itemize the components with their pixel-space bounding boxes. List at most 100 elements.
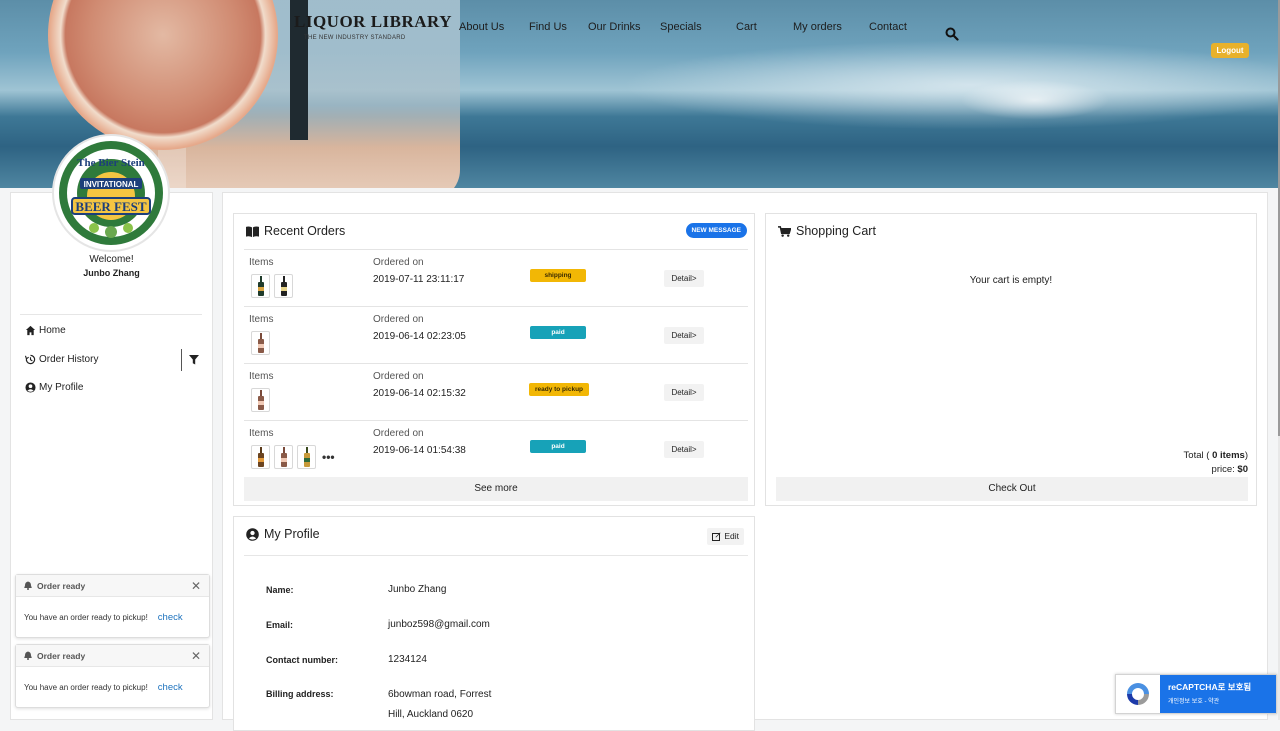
- items-label: Items: [249, 428, 274, 439]
- profile-name-value: Junbo Zhang: [388, 584, 447, 595]
- my-profile-title: My Profile: [246, 527, 320, 541]
- recaptcha-line1: reCAPTCHA로 보호됨: [1168, 682, 1252, 692]
- order-row: Items Ordered on 2019-07-11 23:11:17 shi…: [244, 249, 748, 306]
- shopping-cart-title-text: Shopping Cart: [796, 224, 876, 238]
- beer-fest-logo: The Bier Stein INVITATIONAL BEER FEST: [59, 141, 163, 245]
- price-label: price:: [1211, 464, 1235, 475]
- order-items: [251, 388, 270, 412]
- see-more-button[interactable]: See more: [244, 477, 748, 501]
- nav-about-us[interactable]: About Us: [459, 21, 504, 33]
- bell-icon: [24, 651, 32, 660]
- toast-body: You have an order ready to pickup! check: [16, 597, 209, 637]
- ordered-on-label: Ordered on: [373, 257, 424, 268]
- main-panel: Recent Orders NEW MESSAGE Items Ordered …: [222, 192, 1268, 731]
- sidebar-item-label: Home: [39, 325, 66, 336]
- bottle-icon: [257, 390, 264, 410]
- bottle-icon: [280, 276, 287, 296]
- logo-line3: BEER FEST: [75, 199, 146, 214]
- welcome-text: Welcome!: [89, 254, 134, 265]
- items-label: Items: [249, 257, 274, 268]
- recaptcha-badge[interactable]: reCAPTCHA로 보호됨 개인정보 보호 - 약관: [1115, 674, 1277, 714]
- edit-profile-button[interactable]: Edit: [707, 528, 744, 545]
- order-items: •••: [251, 445, 335, 469]
- recent-orders-card: Recent Orders NEW MESSAGE Items Ordered …: [233, 213, 755, 506]
- bottle-thumbnail[interactable]: [274, 274, 293, 298]
- logo-line2: INVITATIONAL: [84, 180, 139, 189]
- brand-name[interactable]: LIQUOR LIBRARY: [294, 12, 452, 32]
- ordered-on-label: Ordered on: [373, 371, 424, 382]
- profile-name-label: Name:: [266, 585, 294, 595]
- detail-button[interactable]: Detail>: [664, 384, 704, 401]
- bottle-thumbnail[interactable]: [251, 445, 270, 469]
- cart-total: Total ( 0 items) price: $0: [1183, 450, 1248, 475]
- nav-cart[interactable]: Cart: [736, 21, 757, 33]
- more-items-indicator: •••: [322, 450, 335, 464]
- order-ready-toast: Order ready ✕ You have an order ready to…: [15, 574, 210, 638]
- ordered-on-label: Ordered on: [373, 428, 424, 439]
- nav-specials[interactable]: Specials: [660, 21, 702, 33]
- toast-message: You have an order ready to pickup!: [24, 612, 148, 622]
- bottle-thumbnail[interactable]: [274, 445, 293, 469]
- logo-line1: The Bier Stein: [77, 157, 145, 169]
- status-badge: shipping: [530, 269, 586, 282]
- my-profile-card: My Profile Edit Name: Junbo Zhang Email:…: [233, 516, 755, 731]
- ordered-on-label: Ordered on: [373, 314, 424, 325]
- search-icon[interactable]: [945, 27, 959, 41]
- profile-billing-label: Billing address:: [266, 689, 334, 699]
- profile-contact-value: 1234124: [388, 654, 427, 665]
- sidebar-item-order-history[interactable]: Order History: [25, 354, 98, 365]
- bell-icon: [24, 581, 32, 590]
- nav-find-us[interactable]: Find Us: [529, 21, 567, 33]
- bottle-thumbnail[interactable]: [251, 274, 270, 298]
- new-message-badge[interactable]: NEW MESSAGE: [685, 223, 747, 238]
- detail-button[interactable]: Detail>: [664, 327, 704, 344]
- bottle-icon: [303, 447, 310, 467]
- toast-title: Order ready: [37, 580, 86, 591]
- toast-check-link[interactable]: check: [158, 682, 183, 693]
- total-label: Total: [1183, 450, 1204, 461]
- sidebar-item-label: Order History: [39, 354, 99, 365]
- shopping-cart-card: Shopping Cart Your cart is empty! Total …: [765, 213, 1257, 506]
- nav-contact[interactable]: Contact: [869, 21, 907, 33]
- edit-label: Edit: [724, 531, 739, 541]
- shopping-cart-title: Shopping Cart: [778, 224, 876, 238]
- filter-icon[interactable]: [189, 355, 199, 365]
- bottle-thumbnail[interactable]: [297, 445, 316, 469]
- avatar: The Bier Stein INVITATIONAL BEER FEST: [52, 134, 170, 252]
- detail-button[interactable]: Detail>: [664, 270, 704, 287]
- sidebar-item-my-profile[interactable]: My Profile: [25, 382, 83, 393]
- brand-tagline: THE NEW INDUSTRY STANDARD: [304, 35, 406, 41]
- logout-button[interactable]: Logout: [1211, 43, 1249, 58]
- order-date: 2019-06-14 01:54:38: [373, 445, 466, 456]
- bottle-thumbnail[interactable]: [251, 388, 270, 412]
- user-name: Junbo Zhang: [83, 268, 140, 278]
- order-date: 2019-07-11 23:11:17: [373, 274, 465, 285]
- cart-icon: [778, 225, 791, 237]
- profile-email-label: Email:: [266, 620, 294, 630]
- close-icon[interactable]: ✕: [191, 579, 201, 593]
- profile-email-value: junboz598@gmail.com: [388, 619, 490, 630]
- nav-my-orders[interactable]: My orders: [793, 21, 842, 33]
- order-items: [251, 331, 270, 355]
- toast-title: Order ready: [37, 650, 86, 661]
- background-boat: [960, 80, 1110, 120]
- close-icon[interactable]: ✕: [191, 649, 201, 663]
- detail-button[interactable]: Detail>: [664, 441, 704, 458]
- toast-header: Order ready ✕: [16, 575, 209, 597]
- bottle-icon: [257, 333, 264, 353]
- sky-glow: [620, 40, 1278, 130]
- total-items: 0 items: [1212, 450, 1245, 461]
- checkout-button[interactable]: Check Out: [776, 477, 1248, 501]
- book-icon: [246, 225, 259, 237]
- bottle-thumbnail[interactable]: [251, 331, 270, 355]
- toast-check-link[interactable]: check: [158, 612, 183, 623]
- toast-body: You have an order ready to pickup! check: [16, 667, 209, 707]
- nav-our-drinks[interactable]: Our Drinks: [588, 21, 641, 33]
- recaptcha-line2[interactable]: 개인정보 보호 - 약관: [1168, 696, 1268, 705]
- brand-logo[interactable]: LIQUOR LIBRARY THE NEW INDUSTRY STANDARD: [294, 12, 452, 41]
- user-circle-icon: [25, 382, 36, 393]
- items-label: Items: [249, 371, 274, 382]
- toast-message: You have an order ready to pickup!: [24, 682, 148, 692]
- order-row: Items Ordered on 2019-06-14 02:23:05 pai…: [244, 306, 748, 363]
- sidebar-item-home[interactable]: Home: [25, 325, 66, 336]
